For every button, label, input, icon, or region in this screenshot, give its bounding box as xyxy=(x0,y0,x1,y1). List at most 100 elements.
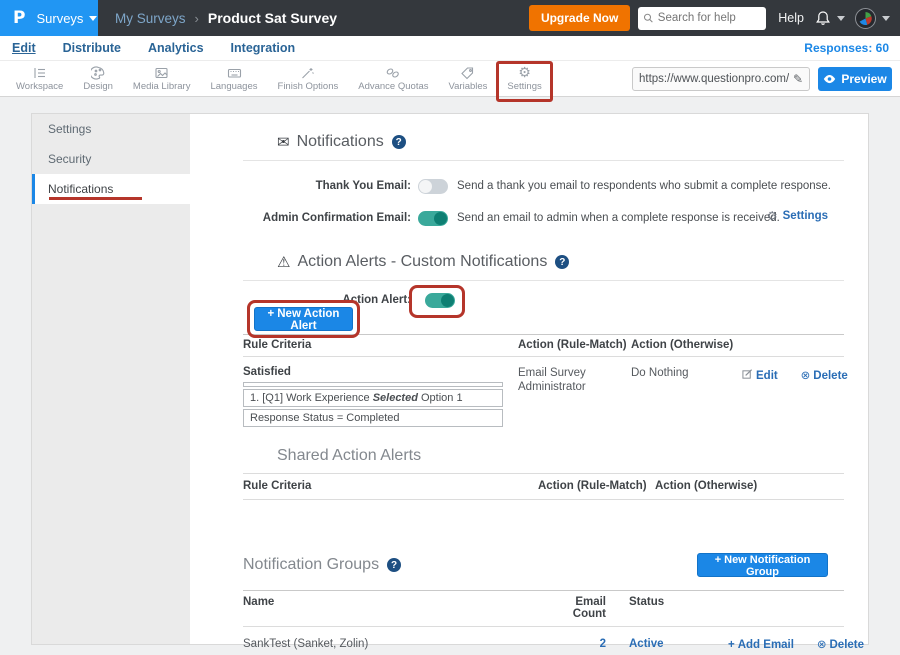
survey-nav: Edit Distribute Analytics Integration Re… xyxy=(0,36,900,60)
notifications-section-header: ✉ Notifications ? xyxy=(277,133,844,151)
admin-confirmation-email-label: Admin Confirmation Email: xyxy=(243,212,411,224)
preview-label: Preview xyxy=(841,72,886,86)
group-email-count-link[interactable]: 2 xyxy=(543,638,606,650)
rule-criteria-cell: Satisfied 1. [Q1] Work Experience Select… xyxy=(243,366,518,427)
col-action-otherwise: Action (Otherwise) xyxy=(631,339,742,351)
tab-edit[interactable]: Edit xyxy=(12,41,36,55)
chevron-down-icon xyxy=(882,16,890,21)
settings-page: Settings Security Notifications ✉ Notifi… xyxy=(0,97,900,655)
thank-you-email-toggle[interactable] xyxy=(418,179,448,194)
action-rule-match-cell: Email Survey Administrator xyxy=(518,366,631,427)
admin-confirmation-email-row: Admin Confirmation Email: Send an email … xyxy=(243,207,844,229)
admin-email-settings-link[interactable]: ⚙ Settings xyxy=(767,209,828,223)
tab-distribute[interactable]: Distribute xyxy=(63,41,121,55)
rule-status: Satisfied xyxy=(243,366,518,378)
help-link[interactable]: Help xyxy=(778,11,804,25)
help-search-box[interactable] xyxy=(638,7,766,30)
chain-link-icon xyxy=(385,65,401,80)
keyboard-icon xyxy=(227,65,242,80)
section-title-notifications: Notifications xyxy=(297,133,384,151)
divider xyxy=(243,280,844,281)
bell-icon xyxy=(815,10,831,27)
shared-alerts-section-header: Shared Action Alerts xyxy=(277,447,844,465)
breadcrumb-parent[interactable]: My Surveys xyxy=(115,11,186,26)
action-alert-controls: Action Alert: +New Action Alert xyxy=(243,286,844,334)
col-status: Status xyxy=(606,596,728,620)
group-name: SankTest (Sanket, Zolin) xyxy=(243,637,543,651)
notifications-annotation-underline xyxy=(49,197,142,200)
upgrade-now-button[interactable]: Upgrade Now xyxy=(529,5,630,31)
help-question-icon[interactable]: ? xyxy=(392,135,406,149)
chevron-down-icon xyxy=(89,16,97,21)
section-title-action-alerts: Action Alerts - Custom Notifications xyxy=(297,253,547,271)
delete-alert-link[interactable]: ⊗Delete xyxy=(801,370,848,382)
product-menu[interactable]: P Surveys xyxy=(0,0,98,36)
survey-url-text: https://www.questionpro.com/t/. xyxy=(639,73,789,85)
breadcrumb-separator-icon: › xyxy=(195,11,199,26)
breadcrumb: My Surveys › Product Sat Survey xyxy=(115,10,337,26)
action-alert-toggle[interactable] xyxy=(425,293,455,308)
new-action-alert-button[interactable]: +New Action Alert xyxy=(254,307,353,331)
col-email-count: Email Count xyxy=(543,596,606,620)
delete-group-link[interactable]: ⊗Delete xyxy=(817,639,864,651)
gear-icon: ⚙ xyxy=(518,65,531,80)
toolbar-item-advance-quotas[interactable]: Advance Quotas xyxy=(348,60,438,97)
thank-you-email-desc: Send a thank you email to respondents wh… xyxy=(457,180,831,192)
search-icon xyxy=(643,12,654,24)
tab-analytics[interactable]: Analytics xyxy=(148,41,204,55)
notifications-bell-menu[interactable] xyxy=(815,10,845,27)
section-title-shared-alerts: Shared Action Alerts xyxy=(277,447,421,465)
palette-icon xyxy=(91,65,106,80)
edit-url-pencil-icon[interactable]: ✎ xyxy=(793,72,803,86)
criteria-box-1: 1. [Q1] Work Experience Selected Option … xyxy=(243,389,503,407)
shared-alerts-table-header: Rule Criteria Action (Rule-Match) Action… xyxy=(243,473,844,500)
add-email-link[interactable]: +Add Email xyxy=(728,639,794,651)
plus-icon: + xyxy=(268,308,275,320)
edit-toolbar: Workspace Design Media Library Languages… xyxy=(0,60,900,97)
admin-confirmation-email-desc: Send an email to admin when a complete r… xyxy=(457,212,780,224)
responses-count[interactable]: Responses: 60 xyxy=(804,41,889,55)
help-question-icon[interactable]: ? xyxy=(555,255,569,269)
tag-icon xyxy=(460,65,475,80)
group-row: SankTest (Sanket, Zolin) 2 Active +Add E… xyxy=(243,627,844,655)
group-status[interactable]: Active xyxy=(606,638,728,650)
sidebar-item-settings[interactable]: Settings xyxy=(32,114,190,144)
warning-triangle-icon: ⚠ xyxy=(277,253,290,271)
product-menu-label: Surveys xyxy=(36,11,83,26)
notifications-content: ✉ Notifications ? Thank You Email: Send … xyxy=(190,114,868,644)
delete-icon: ⊗ xyxy=(801,368,811,382)
sidebar-item-security[interactable]: Security xyxy=(32,144,190,174)
delete-icon: ⊗ xyxy=(817,637,827,651)
preview-button[interactable]: Preview xyxy=(818,67,892,91)
breadcrumb-current: Product Sat Survey xyxy=(208,10,337,26)
help-question-icon[interactable]: ? xyxy=(387,558,401,572)
help-search-input[interactable] xyxy=(658,12,761,24)
toolbar-item-finish-options[interactable]: Finish Options xyxy=(268,60,349,97)
edit-icon xyxy=(742,369,753,380)
action-otherwise-cell: Do Nothing xyxy=(631,366,742,427)
divider xyxy=(243,160,844,161)
col-action-rule-match: Action (Rule-Match) xyxy=(538,480,655,492)
toolbar-item-workspace[interactable]: Workspace xyxy=(6,60,73,97)
tab-integration[interactable]: Integration xyxy=(231,41,296,55)
toolbar-item-languages[interactable]: Languages xyxy=(200,60,267,97)
admin-confirmation-email-toggle[interactable] xyxy=(418,211,448,226)
toolbar-item-settings[interactable]: ⚙ Settings xyxy=(497,60,551,97)
edit-alert-link[interactable]: Edit xyxy=(742,370,778,382)
action-alerts-table-header: Rule Criteria Action (Rule-Match) Action… xyxy=(243,334,844,357)
workspace-icon xyxy=(32,65,47,80)
avatar xyxy=(855,8,876,29)
plus-icon: + xyxy=(728,639,735,651)
col-rule-criteria: Rule Criteria xyxy=(243,480,538,492)
sidebar-item-notifications[interactable]: Notifications xyxy=(32,174,190,204)
survey-url-field[interactable]: https://www.questionpro.com/t/. ✎ xyxy=(632,67,810,91)
action-alert-row: Satisfied 1. [Q1] Work Experience Select… xyxy=(243,357,844,427)
toolbar-item-variables[interactable]: Variables xyxy=(439,60,498,97)
toolbar-item-design[interactable]: Design xyxy=(73,60,123,97)
thank-you-email-label: Thank You Email: xyxy=(243,180,411,192)
new-notification-group-button[interactable]: +New Notification Group xyxy=(697,553,828,577)
action-alerts-section-header: ⚠ Action Alerts - Custom Notifications ? xyxy=(277,253,844,271)
toolbar-item-media-library[interactable]: Media Library xyxy=(123,60,201,97)
account-menu[interactable] xyxy=(855,8,890,29)
gear-icon: ⚙ xyxy=(767,209,778,223)
